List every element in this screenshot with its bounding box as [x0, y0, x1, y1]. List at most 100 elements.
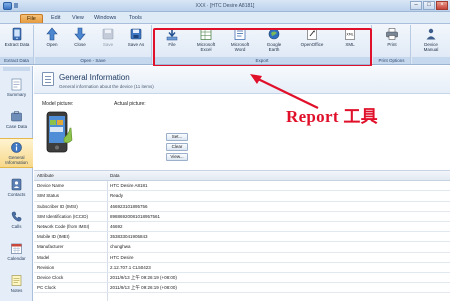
table-row[interactable]: Mobile ID (IMEI) 353833041905843 — [34, 232, 450, 243]
table-row[interactable]: Manufacturer chunghwa — [34, 242, 450, 253]
clear-picture-button[interactable]: Clear — [166, 143, 188, 151]
cell-data: 466923101895756 — [110, 203, 148, 209]
maximize-button[interactable]: □ — [423, 1, 435, 10]
menu-bar: File Edit View Windows Tools — [0, 12, 450, 24]
cell-attribute: Manufacturer — [37, 244, 64, 250]
open-arrow-icon — [46, 27, 58, 41]
case-data-icon — [11, 111, 22, 122]
title-bar: XXX · [HTC Desire A8181] – □ × — [0, 0, 450, 12]
device-manual-button[interactable]: Device Manual — [418, 27, 444, 55]
table-row[interactable]: Device Clock 2011/9/13 上午 09:26:19 (+08:… — [34, 273, 450, 284]
column-header-attribute[interactable]: Attribute — [37, 171, 105, 180]
main-content: General Information General information … — [34, 66, 450, 301]
cell-attribute: PC Clock — [37, 285, 56, 291]
notes-icon — [11, 275, 22, 286]
cell-data: 2.12.707.1 CL50423 — [110, 264, 151, 270]
table-row[interactable]: Revision 2.12.707.1 CL50423 — [34, 263, 450, 273]
table-row[interactable]: PC Clock 2011/9/13 上午 09:26:19 (+08:00) — [34, 283, 450, 294]
page-title: General Information — [59, 73, 130, 82]
extract-data-button[interactable]: Extract Data — [4, 27, 30, 55]
column-header-data[interactable]: Data — [110, 171, 440, 180]
close-arrow-icon — [74, 27, 86, 41]
table-row[interactable]: Network Code (from IMSI) 46692 — [34, 222, 450, 233]
tab-file[interactable]: File — [20, 14, 43, 23]
minimize-button[interactable]: – — [410, 1, 422, 10]
save-button[interactable]: Save — [95, 27, 121, 55]
ribbon-group-open-save: Open Close Save Save As Open - Save — [35, 25, 152, 64]
printer-icon — [386, 28, 398, 40]
ribbon-group-extract: Extract Data Extract Data — [0, 25, 34, 64]
tab-tools[interactable]: Tools — [129, 14, 142, 23]
cell-data: HTC Desire A8181 — [110, 183, 148, 189]
cell-data: 353833041905843 — [110, 234, 148, 240]
cell-attribute: Device Name — [37, 183, 65, 189]
content-header: General Information General information … — [34, 66, 450, 94]
model-picture-label: Model picture: — [42, 101, 74, 107]
sidebar-grip[interactable] — [3, 67, 30, 71]
sidebar-item-notes[interactable]: Notes — [0, 272, 33, 298]
export-highlight-box — [153, 28, 372, 67]
ribbon-group-label — [412, 57, 450, 64]
contacts-icon — [11, 178, 22, 191]
cell-data: chunghwa — [110, 244, 131, 250]
cell-attribute: Model — [37, 254, 50, 260]
ribbon-group-label: Print Options — [373, 57, 410, 64]
document-icon — [42, 72, 54, 86]
cell-data: 2011/9/13 上午 09:26:19 (+08:00) — [110, 274, 177, 280]
window-title: XXX · [HTC Desire A8181] — [195, 3, 255, 9]
ribbon-group-label: Open - Save — [35, 57, 151, 64]
sidebar-item-general-information[interactable]: General Information — [0, 138, 33, 168]
table-row[interactable]: Model HTC Desire — [34, 253, 450, 263]
tab-view[interactable]: View — [72, 14, 84, 23]
manual-icon — [426, 28, 436, 40]
cell-attribute: Revision — [37, 264, 55, 270]
calls-icon — [11, 211, 22, 222]
set-picture-button[interactable]: Set... — [166, 133, 188, 141]
cell-data: 46692 — [110, 223, 123, 229]
extract-icon — [12, 27, 22, 41]
quick-access-icon[interactable] — [14, 3, 18, 8]
info-icon — [11, 142, 22, 153]
cell-attribute: Network Code (from IMSI) — [37, 223, 90, 229]
cell-attribute: SIM Status — [37, 193, 60, 199]
cell-attribute: Mobile ID (IMEI) — [37, 234, 70, 240]
save-icon — [102, 28, 114, 40]
general-info-table: Attribute Data Device Name HTC Desire A8… — [34, 170, 450, 294]
ribbon-group-print: Print Print Options — [373, 25, 411, 64]
table-header-row: Attribute Data — [34, 171, 450, 182]
view-picture-button[interactable]: View... — [166, 153, 188, 161]
cell-attribute: SIM Identification (ICCID) — [37, 213, 89, 219]
table-row[interactable]: Device Name HTC Desire A8181 — [34, 181, 450, 192]
close-window-button[interactable]: × — [436, 1, 448, 10]
cell-attribute: Subscriber ID (IMSI) — [37, 203, 78, 209]
cell-data: Ready — [110, 193, 124, 199]
sidebar-item-contacts[interactable]: Contacts — [0, 176, 33, 202]
sidebar: Summary Case Data General Information Co… — [0, 66, 33, 301]
close-button[interactable]: Close — [67, 27, 93, 55]
tab-edit[interactable]: Edit — [51, 14, 60, 23]
summary-icon — [11, 78, 22, 91]
actual-picture-label: Actual picture: — [114, 101, 146, 107]
ribbon-group-manual: Device Manual — [412, 25, 450, 64]
ribbon-group-label: Extract Data — [0, 57, 33, 64]
table-row[interactable]: Subscriber ID (IMSI) 466923101895756 — [34, 202, 450, 212]
sidebar-item-case-data[interactable]: Case Data — [0, 108, 33, 134]
save-as-icon — [130, 28, 142, 40]
calendar-icon — [11, 243, 22, 254]
save-as-button[interactable]: Save As — [123, 27, 149, 55]
sidebar-item-calendar[interactable]: Calendar — [0, 240, 33, 266]
app-menu-orb[interactable] — [3, 2, 12, 10]
cell-data: 2011/9/13 上午 09:26:19 (+08:00) — [110, 285, 177, 291]
table-row[interactable]: SIM Identification (ICCID) 8988692008101… — [34, 212, 450, 222]
cell-data: HTC Desire — [110, 254, 134, 260]
cell-attribute: Device Clock — [37, 274, 64, 280]
open-button[interactable]: Open — [39, 27, 65, 55]
report-tool-annotation: Report 工具 — [286, 107, 378, 126]
sidebar-item-summary[interactable]: Summary — [0, 76, 33, 102]
sidebar-item-calls[interactable]: Calls — [0, 208, 33, 234]
cell-data: 89886920081018957561 — [110, 213, 161, 219]
tab-windows[interactable]: Windows — [94, 14, 116, 23]
phone-model-image — [46, 111, 73, 153]
print-button[interactable]: Print — [379, 27, 405, 55]
table-row[interactable]: SIM Status Ready — [34, 191, 450, 202]
